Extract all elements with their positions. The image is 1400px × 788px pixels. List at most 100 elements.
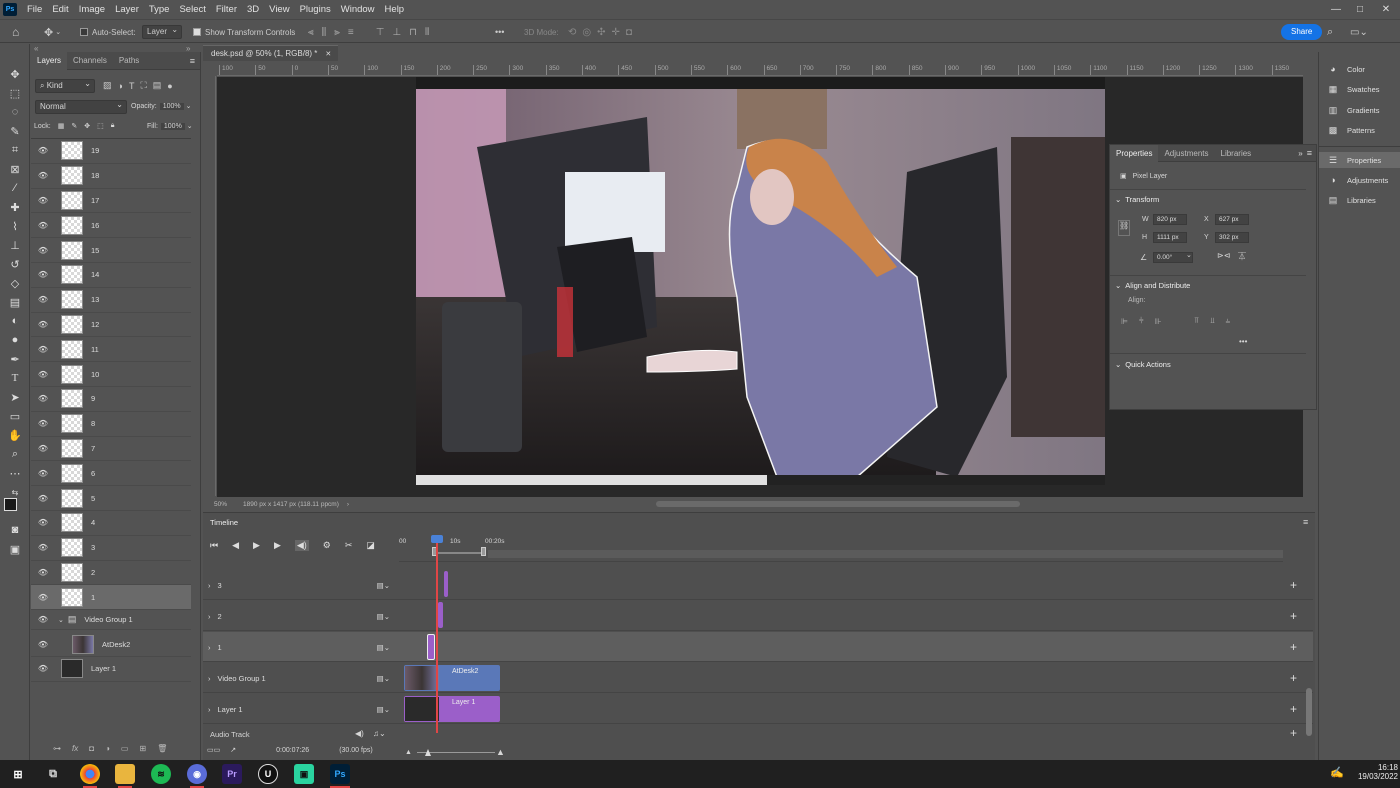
flip-vertical-icon[interactable]: ⏄ [1238, 251, 1246, 262]
align-bottom-icon[interactable]: ⫨ [1226, 316, 1231, 326]
flip-horizontal-icon[interactable]: ⊳⊲ [1217, 251, 1230, 260]
layer-row[interactable]: 👁︎ 18 [31, 164, 191, 189]
dock-adjustments[interactable]: ◑ Adjustments [1327, 172, 1388, 188]
auto-select-checkbox[interactable]: Auto-Select: [80, 25, 136, 39]
split-scissors-icon[interactable]: ✂︎ [345, 540, 353, 551]
align-left-icon[interactable]: ⊫ [1121, 317, 1128, 326]
path-select-tool-icon[interactable]: ➤ [5, 389, 25, 405]
streamlabs-icon[interactable]: ▣ [294, 764, 314, 784]
add-audio-icon[interactable]: + [1290, 726, 1297, 740]
work-area-end-handle[interactable] [481, 547, 486, 556]
unreal-engine-icon[interactable]: U [258, 764, 278, 784]
film-menu-icon[interactable]: ▤⌄ [377, 674, 390, 683]
type-filter-icon[interactable]: T [129, 81, 135, 91]
menu-image[interactable]: Image [74, 4, 110, 15]
lock-artboard-icon[interactable]: ⬚ [97, 122, 104, 130]
expand-chevron-icon[interactable]: › [208, 705, 211, 714]
convert-frame-animation-icon[interactable]: ▭▭ [207, 746, 220, 754]
hand-tool-icon[interactable]: ✋ [5, 427, 25, 443]
visibility-eye-icon[interactable]: 👁︎ [36, 469, 50, 478]
transform-section[interactable]: ⌄ Transform [1115, 195, 1159, 204]
layer-row[interactable]: 👁︎ 17 [31, 189, 191, 214]
layer-row[interactable]: 👁︎ 13 [31, 288, 191, 313]
fx-button[interactable]: fx [72, 744, 78, 753]
windows-start-icon[interactable]: ⊞ [8, 764, 28, 784]
align-bottom-icon[interactable]: ⊓ [409, 27, 417, 38]
film-menu-icon[interactable]: ▤⌄ [377, 612, 390, 621]
dock-libraries[interactable]: ▤ Libraries [1327, 192, 1376, 208]
drag-3d-icon[interactable]: ✣ [597, 27, 605, 38]
taskbar-clock[interactable]: 16:18 19/03/2022 [1354, 763, 1398, 781]
layer-row[interactable]: 👁︎ 6 [31, 461, 191, 487]
layer-row[interactable]: 👁︎ 4 [31, 511, 191, 536]
track-row[interactable]: › Layer 1 ▤⌄ Layer 1 + [203, 694, 1313, 724]
dock-swatches[interactable]: ▦ Swatches [1327, 81, 1380, 97]
more-options-button[interactable]: ••• [495, 25, 504, 39]
visibility-eye-icon[interactable]: 👁︎ [36, 196, 50, 205]
opacity-control[interactable]: Opacity: 100% ⌄ [131, 102, 191, 110]
close-window-button[interactable]: ✕ [1376, 0, 1396, 18]
tab-libraries[interactable]: Libraries [1215, 145, 1258, 162]
healing-tool-icon[interactable]: ✚ [5, 199, 25, 215]
track-row[interactable]: › 3 ▤⌄ + [203, 570, 1313, 600]
document-tab[interactable]: desk.psd @ 50% (1, RGB/8) * ✕ [203, 45, 338, 61]
layer-row[interactable]: 👁︎ 11 [31, 337, 191, 363]
chrome-icon[interactable] [80, 764, 100, 784]
group-chevron-icon[interactable]: ⌄ [58, 616, 64, 624]
move-tool-icon[interactable]: ✥ [5, 66, 25, 82]
add-media-icon[interactable]: + [1290, 671, 1297, 685]
layer-row[interactable]: 👁︎ Layer 1 [31, 657, 191, 682]
tab-layers[interactable]: Layers [31, 51, 68, 70]
menu-plugins[interactable]: Plugins [295, 4, 336, 15]
align-buttons[interactable]: ⫷ ⫼ ⫸ ≡ ⊤ ⊥ ⊓ ⫴ [308, 25, 429, 39]
layer-group-row[interactable]: 👁︎ ⌄ ▤ Video Group 1 [31, 610, 191, 631]
settings-icon[interactable]: ⚙︎ [323, 540, 331, 551]
visibility-eye-icon[interactable]: 👁︎ [36, 615, 50, 624]
eraser-tool-icon[interactable]: ◇ [5, 275, 25, 291]
move-tool-icon[interactable]: ✥ ⌄ [44, 25, 61, 39]
edit-toolbar-icon[interactable]: ⋯ [5, 465, 25, 481]
workspace-icon[interactable]: ▭⌄ [1350, 25, 1368, 39]
width-field[interactable]: 820 px [1153, 214, 1187, 225]
add-mask-icon[interactable]: ◘ [89, 744, 94, 753]
menu-filter[interactable]: Filter [211, 4, 242, 15]
adjustment-filter-icon[interactable]: ◑ [118, 81, 123, 91]
visibility-eye-icon[interactable]: 👁︎ [36, 320, 50, 329]
panel-menu-icon[interactable]: ≡ [190, 56, 195, 66]
tab-adjustments[interactable]: Adjustments [1158, 145, 1214, 162]
layer-row[interactable]: 👁︎ 9 [31, 387, 191, 412]
layer-row[interactable]: 👁︎ 14 [31, 263, 191, 288]
lock-position-icon[interactable]: ✥ [84, 122, 90, 130]
gradient-tool-icon[interactable]: ▤ [5, 294, 25, 310]
layer-row[interactable]: 👁︎ 12 [31, 313, 191, 338]
track-row-selected[interactable]: › 1 ▤⌄ + [203, 632, 1313, 662]
pixel-filter-icon[interactable]: ▨ [103, 80, 112, 91]
align-top-icon[interactable]: ⊤ [376, 27, 385, 38]
show-transform-checkbox[interactable]: Show Transform Controls [193, 25, 295, 39]
visibility-eye-icon[interactable]: 👁︎ [36, 593, 50, 602]
collapse-icon[interactable]: » [1298, 149, 1302, 158]
quick-mask-icon[interactable]: ◙ [5, 522, 25, 538]
zoom-level[interactable]: 50% [214, 501, 227, 508]
menu-3d[interactable]: 3D [242, 4, 264, 15]
menu-edit[interactable]: Edit [47, 4, 73, 15]
more-align-options-button[interactable]: ••• [1239, 337, 1247, 346]
visibility-eye-icon[interactable]: 👁︎ [36, 494, 50, 503]
align-right-icon[interactable]: ⫸ [334, 27, 340, 38]
frame-clip[interactable] [438, 602, 443, 628]
spotify-icon[interactable]: ≋ [151, 764, 171, 784]
dock-color[interactable]: ◕ Color [1327, 61, 1365, 77]
layer-row[interactable]: 👁︎ 2 [31, 561, 191, 586]
panel-menu-icon[interactable]: ≡ [1307, 148, 1312, 158]
photoshop-taskbar-icon[interactable]: Ps [330, 764, 350, 784]
visibility-eye-icon[interactable]: 👁︎ [36, 394, 50, 403]
video-layer-row[interactable]: 👁︎ AtDesk2 [31, 632, 191, 657]
premiere-pro-icon[interactable]: Pr [222, 764, 242, 784]
filter-toggle-icon[interactable]: ● [167, 81, 172, 91]
align-center-icon[interactable]: ⫼ [322, 27, 327, 38]
track-row[interactable]: › Video Group 1 ▤⌄ AtDesk2 + [203, 663, 1313, 693]
foreground-color-swatch[interactable] [4, 498, 17, 511]
menu-type[interactable]: Type [144, 4, 175, 15]
new-layer-icon[interactable]: ⊞ [139, 744, 146, 753]
menu-file[interactable]: File [22, 4, 47, 15]
